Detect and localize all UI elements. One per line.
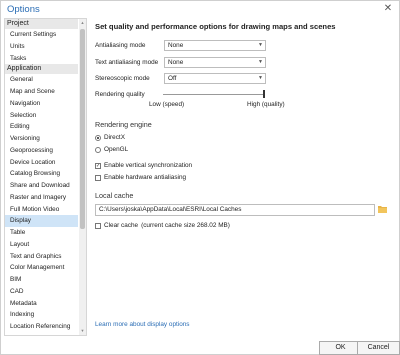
- sidebar-item-text-and-graphics[interactable]: Text and Graphics: [5, 251, 78, 263]
- sidebar-group-application: Application: [5, 64, 78, 75]
- cache-size-text: (current cache size 268.02 MB): [141, 222, 230, 229]
- checkbox-icon: [95, 174, 101, 181]
- chevron-down-icon: ▼: [258, 75, 263, 81]
- checkbox-icon: [95, 222, 101, 229]
- text-antialiasing-dropdown[interactable]: None ▼: [164, 57, 266, 68]
- cache-path-value: C:\Users\joska\AppData\Local\ESRI\Local …: [99, 206, 242, 213]
- sidebar-item-tasks[interactable]: Tasks: [5, 53, 78, 65]
- sidebar-item-general[interactable]: General: [5, 74, 78, 86]
- hw-antialias-checkbox[interactable]: Enable hardware antialiasing: [95, 173, 186, 182]
- window-title: Options: [7, 4, 40, 15]
- scroll-up-icon[interactable]: ▲: [80, 20, 85, 26]
- sidebar-item-catalog-browsing[interactable]: Catalog Browsing: [5, 168, 78, 180]
- sidebar-item-layout[interactable]: Layout: [5, 239, 78, 251]
- directx-radio[interactable]: DirectX: [95, 133, 125, 142]
- clear-cache-label: Clear cache: [104, 222, 139, 229]
- vsync-label: Enable vertical synchronization: [104, 162, 193, 169]
- vsync-checkbox[interactable]: ✓ Enable vertical synchronization: [95, 161, 192, 170]
- sidebar-item-full-motion-video[interactable]: Full Motion Video: [5, 204, 78, 216]
- text-antialiasing-value: None: [168, 59, 184, 66]
- stereoscopic-label: Stereoscopic mode: [95, 75, 150, 82]
- radio-selected-icon: [95, 134, 101, 141]
- cache-path-field[interactable]: C:\Users\joska\AppData\Local\ESRI\Local …: [95, 204, 375, 216]
- local-cache-heading: Local cache: [95, 191, 134, 200]
- sidebar-item-selection[interactable]: Selection: [5, 110, 78, 122]
- scroll-down-icon[interactable]: ▼: [80, 328, 85, 334]
- antialiasing-value: None: [168, 42, 184, 49]
- hw-antialias-label: Enable hardware antialiasing: [104, 174, 187, 181]
- stereoscopic-value: Off: [168, 75, 177, 82]
- sidebar-item-editing[interactable]: Editing: [5, 121, 78, 133]
- title-bar: Options ✕: [1, 1, 399, 18]
- sidebar-item-display[interactable]: Display: [5, 215, 78, 227]
- sidebar-item-indexing[interactable]: Indexing: [5, 309, 78, 321]
- sidebar-item-share-and-download[interactable]: Share and Download: [5, 180, 78, 192]
- slider-thumb[interactable]: [263, 90, 265, 98]
- sidebar-item-metadata[interactable]: Metadata: [5, 298, 78, 310]
- low-speed-label: Low (speed): [149, 101, 185, 108]
- sidebar-item-cad[interactable]: CAD: [5, 286, 78, 298]
- sidebar-item-bim[interactable]: BIM: [5, 274, 78, 286]
- close-icon[interactable]: ✕: [383, 3, 393, 14]
- options-window: Options ✕ Project Current Settings Units…: [0, 0, 400, 355]
- scrollbar-thumb[interactable]: [80, 29, 85, 229]
- text-antialiasing-label: Text antialiasing mode: [95, 59, 159, 66]
- sidebar-item-map-and-scene[interactable]: Map and Scene: [5, 86, 78, 98]
- options-sidebar: Project Current Settings Units Tasks App…: [4, 18, 87, 336]
- checkmark-icon: ✓: [95, 162, 101, 169]
- sidebar-item-units[interactable]: Units: [5, 41, 78, 53]
- sidebar-item-device-location[interactable]: Device Location: [5, 157, 78, 169]
- sidebar-item-raster-and-imagery[interactable]: Raster and Imagery: [5, 192, 78, 204]
- sidebar-item-navigation[interactable]: Navigation: [5, 98, 78, 110]
- sidebar-item-color-management[interactable]: Color Management: [5, 262, 78, 274]
- directx-label: DirectX: [104, 134, 125, 141]
- antialiasing-dropdown[interactable]: None ▼: [164, 40, 266, 51]
- sidebar-item-current-settings[interactable]: Current Settings: [5, 29, 78, 41]
- opengl-radio[interactable]: OpenGL: [95, 145, 128, 154]
- sidebar-list: Project Current Settings Units Tasks App…: [5, 19, 78, 333]
- rendering-quality-label: Rendering quality: [95, 91, 145, 98]
- clear-cache-checkbox[interactable]: Clear cache (current cache size 268.02 M…: [95, 221, 230, 230]
- sidebar-item-table[interactable]: Table: [5, 227, 78, 239]
- cancel-button[interactable]: Cancel: [357, 341, 400, 355]
- learn-more-link[interactable]: Learn more about display options: [95, 321, 190, 328]
- sidebar-scrollbar[interactable]: ▲ ▼: [79, 19, 86, 335]
- sidebar-item-versioning[interactable]: Versioning: [5, 133, 78, 145]
- opengl-label: OpenGL: [104, 146, 129, 153]
- ok-button[interactable]: OK: [319, 341, 362, 355]
- radio-icon: [95, 146, 101, 153]
- folder-icon[interactable]: [378, 205, 387, 213]
- sidebar-item-location-referencing[interactable]: Location Referencing: [5, 321, 78, 333]
- rendering-engine-heading: Rendering engine: [95, 120, 152, 129]
- display-options-panel: Set quality and performance options for …: [91, 18, 396, 334]
- chevron-down-icon: ▼: [258, 42, 263, 48]
- page-heading: Set quality and performance options for …: [95, 22, 336, 31]
- high-quality-label: High (quality): [247, 101, 285, 108]
- chevron-down-icon: ▼: [258, 59, 263, 65]
- rendering-quality-slider[interactable]: [163, 94, 265, 95]
- sidebar-item-geoprocessing[interactable]: Geoprocessing: [5, 145, 78, 157]
- stereoscopic-dropdown[interactable]: Off ▼: [164, 73, 266, 84]
- sidebar-group-project: Project: [5, 19, 78, 29]
- antialiasing-label: Antialiasing mode: [95, 42, 146, 49]
